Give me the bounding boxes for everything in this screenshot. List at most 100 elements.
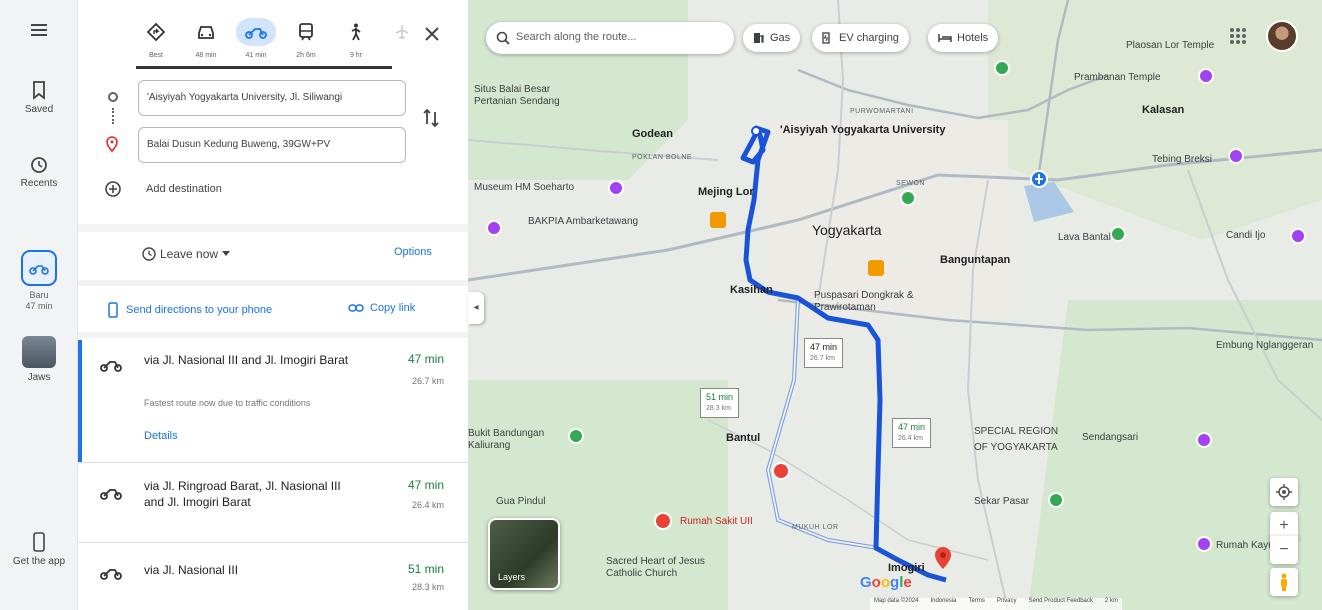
map-label-sendangsari[interactable]: Sendangsari	[1082, 432, 1138, 443]
route-option-1[interactable]: via Jl. Nasional III and Jl. Imogiri Bar…	[78, 340, 468, 462]
search-along-route-input[interactable]: Search along the route...	[486, 22, 734, 54]
hotel-marker-icon[interactable]	[710, 212, 726, 228]
poi-marker-icon[interactable]	[1196, 432, 1212, 448]
layers-button[interactable]: Layers	[488, 518, 560, 590]
gas-chip[interactable]: Gas	[743, 24, 801, 52]
mode-transit[interactable]: 2h 6m	[286, 18, 326, 59]
poi-marker-icon[interactable]	[486, 220, 502, 236]
map-label-tebing[interactable]: Tebing Breksi	[1152, 154, 1212, 165]
account-avatar[interactable]	[1266, 20, 1298, 52]
map-label-gua[interactable]: Gua Pindul	[496, 496, 586, 508]
recent-place-jaws[interactable]: Jaws	[0, 336, 78, 383]
add-circle-icon	[105, 181, 121, 197]
route-option-3[interactable]: via Jl. Nasional III 51 min 28.3 km	[78, 544, 468, 610]
street-view-pegman[interactable]	[1270, 568, 1298, 596]
mode-flight[interactable]	[382, 18, 422, 46]
ev-charging-chip[interactable]: EV charging	[812, 24, 909, 52]
close-directions-button[interactable]	[420, 22, 444, 46]
map-label-kasihan[interactable]: Kasihan	[730, 284, 773, 296]
close-icon	[425, 27, 439, 41]
destination-pin-icon	[106, 136, 118, 152]
map-label-sekar[interactable]: Sekar Pasar	[974, 496, 1029, 507]
poi-marker-icon[interactable]	[608, 180, 624, 196]
map-label-rumah-sakit[interactable]: Rumah Sakit UII	[680, 516, 753, 527]
collapse-panel-button[interactable]: ◂	[468, 292, 484, 324]
map-label-candi-ijo[interactable]: Candi Ijo	[1226, 230, 1265, 241]
recent-trip-motorcycle[interactable]: Baru 47 min	[0, 250, 78, 312]
copy-link-button[interactable]: Copy link	[348, 302, 415, 314]
map-label-pertanian[interactable]: Situs Balai Besar Pertanian Sendang	[474, 84, 570, 108]
route-details-link[interactable]: Details	[144, 430, 178, 442]
poi-marker-icon[interactable]	[1228, 148, 1244, 164]
map-label-museum[interactable]: Museum HM Soeharto	[474, 182, 574, 193]
phone-icon	[33, 532, 45, 552]
park-marker-icon[interactable]	[568, 428, 584, 444]
mode-motorcycle[interactable]: 41 min	[236, 18, 276, 59]
send-to-phone-button[interactable]: Send directions to your phone	[108, 302, 272, 318]
map-label-prambanan[interactable]: Prambanan Temple	[1074, 72, 1161, 83]
attribution-terms[interactable]: Terms	[968, 598, 984, 610]
selected-route-indicator	[78, 340, 82, 462]
get-app-button[interactable]: Get the app	[0, 532, 78, 567]
mode-best[interactable]: Best	[136, 18, 176, 59]
route-option-2[interactable]: via Jl. Ringroad Barat, Jl. Nasional III…	[78, 464, 468, 542]
swap-locations-button[interactable]	[422, 108, 440, 133]
menu-button[interactable]	[0, 22, 78, 42]
map-label-godean[interactable]: Godean	[632, 128, 673, 140]
route-callout-main[interactable]: 47 min 26.7 km	[804, 338, 844, 368]
map-canvas[interactable]: 'Aisyiyah Yogyakarta University Yogyakar…	[468, 0, 1322, 610]
send-to-phone-label: Send directions to your phone	[126, 304, 273, 316]
scale-bar[interactable]: 2 km	[1105, 598, 1118, 610]
leave-now-dropdown[interactable]: Leave now	[142, 242, 231, 266]
train-icon	[299, 23, 313, 41]
park-marker-icon[interactable]	[1110, 226, 1126, 242]
hotels-chip[interactable]: Hotels	[928, 24, 999, 52]
hospital-marker-icon[interactable]	[772, 462, 790, 480]
add-destination-button[interactable]: Add destination	[104, 178, 424, 202]
route-callout-alt2[interactable]: 47 min 26.4 km	[892, 418, 932, 448]
hospital-marker-icon[interactable]	[654, 512, 672, 530]
map-label-kalasan[interactable]: Kalasan	[1142, 104, 1184, 116]
map-label-ambarketawang[interactable]: BAKPIA Ambarketawang	[528, 216, 638, 227]
attribution-country[interactable]: Indonesia	[930, 598, 956, 610]
recents-button[interactable]: Recents	[0, 156, 78, 189]
map-label-lava[interactable]: Lava Bantal	[1058, 232, 1111, 243]
ev-charger-icon	[822, 32, 830, 44]
poi-marker-icon[interactable]	[1198, 68, 1214, 84]
map-label-gereja[interactable]: Sacred Heart of Jesus Catholic Church	[606, 556, 724, 580]
map-label-banguntapan[interactable]: Banguntapan	[940, 254, 1010, 266]
map-label-bantul[interactable]: Bantul	[726, 432, 760, 444]
route-callout-alt1[interactable]: 51 min 28.3 km	[700, 388, 740, 418]
directions-panel: Best 48 min 41 min 2h 6m 9 hr 'Aisyiyah …	[78, 0, 468, 610]
zoom-out-button[interactable]: −	[1270, 536, 1298, 564]
poi-marker-icon[interactable]	[1290, 228, 1306, 244]
map-label-rumah-kayu[interactable]: Rumah Kayu	[1216, 540, 1274, 551]
mode-car[interactable]: 48 min	[186, 18, 226, 59]
gas-chip-label: Gas	[770, 32, 791, 44]
destination-input[interactable]: Balai Dusun Kedung Buweng, 39GW+PV	[138, 127, 406, 163]
park-marker-icon[interactable]	[1048, 492, 1064, 508]
map-label-yogyakarta[interactable]: Yogyakarta	[812, 222, 882, 238]
mode-walk[interactable]: 9 hr	[336, 18, 376, 59]
map-label-purawisata[interactable]: Puspasari Dongkrak & Prawirotaman	[814, 290, 944, 314]
map-label-aisyiyah[interactable]: 'Aisyiyah Yogyakarta University	[780, 124, 945, 136]
gas-station-icon	[754, 33, 764, 43]
attribution-feedback[interactable]: Send Product Feedback	[1029, 598, 1093, 610]
google-apps-button[interactable]	[1226, 24, 1250, 48]
origin-input[interactable]: 'Aisyiyah Yogyakarta University, Jl. Sil…	[138, 80, 406, 116]
map-label-plaosan[interactable]: Plaosan Lor Temple	[1126, 40, 1214, 51]
ev-chip-label: EV charging	[839, 32, 899, 44]
map-label-mejing[interactable]: Mejing Lor	[698, 186, 754, 198]
options-button[interactable]: Options	[394, 246, 432, 258]
hotel-marker-icon[interactable]	[868, 260, 884, 276]
my-location-button[interactable]	[1270, 478, 1298, 506]
map-label-bandungan[interactable]: Bukit Bandungan Kaliurang	[468, 428, 558, 452]
apps-grid-icon	[1230, 28, 1246, 44]
park-marker-icon[interactable]	[900, 190, 916, 206]
park-marker-icon[interactable]	[994, 60, 1010, 76]
map-label-imogiri[interactable]: Imogiri	[888, 562, 925, 574]
poi-marker-icon[interactable]	[1196, 536, 1212, 552]
attribution-privacy[interactable]: Privacy	[997, 598, 1017, 610]
saved-button[interactable]: Saved	[0, 80, 78, 115]
map-label-embung[interactable]: Embung Nglanggeran	[1216, 340, 1313, 351]
